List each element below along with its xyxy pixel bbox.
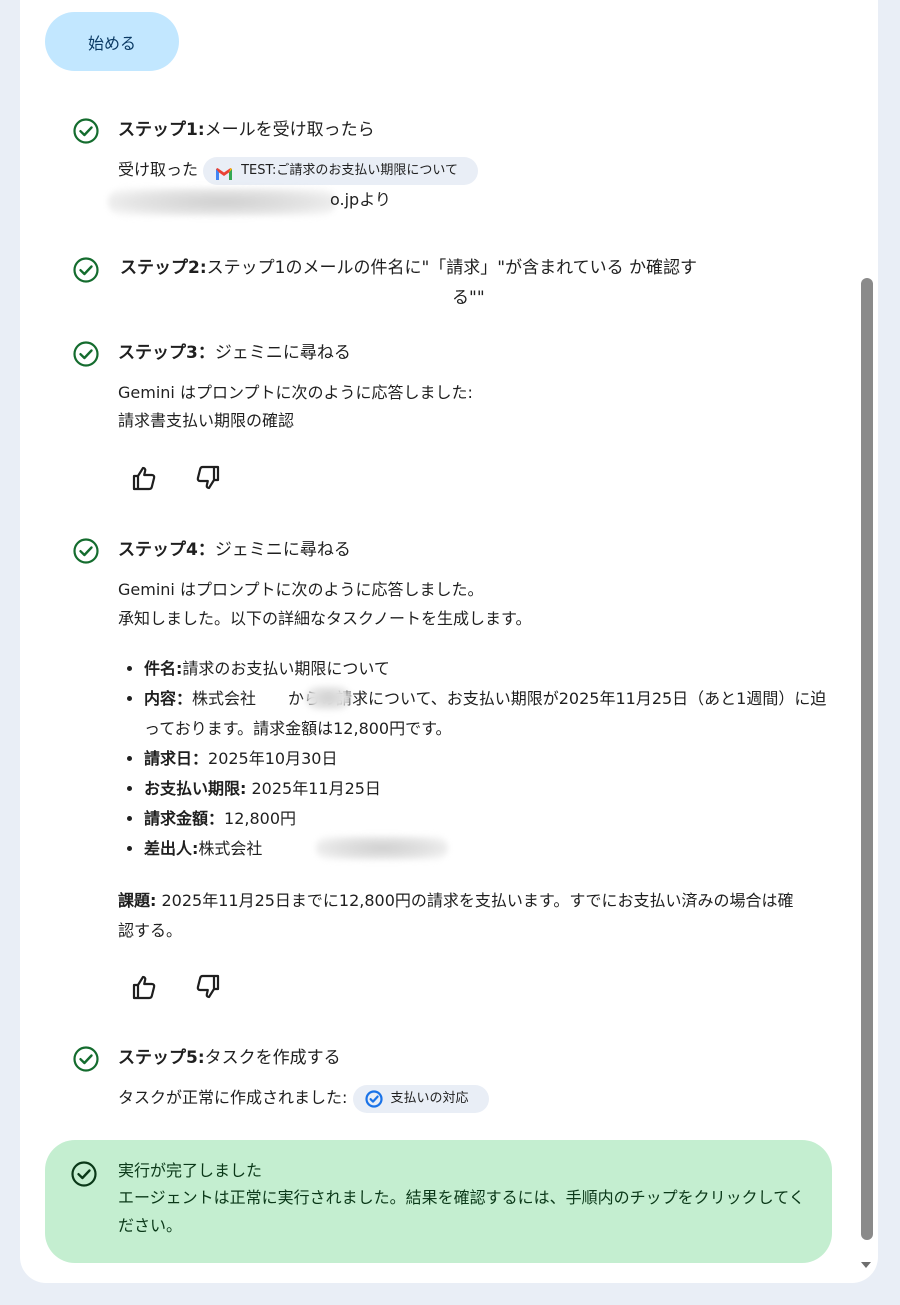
gemini-response-text: 承知しました。以下の詳細なタスクノートを生成します。 <box>118 609 532 628</box>
check-circle-icon <box>72 117 100 145</box>
step-1-label: ステップ1: <box>118 120 205 140</box>
note-value: 請求のお支払い期限について <box>182 659 390 678</box>
feedback-buttons <box>130 464 222 492</box>
step-1-description: メールを受け取ったら <box>204 120 375 140</box>
note-label: 内容： <box>144 689 193 708</box>
gemini-response-text: 請求書支払い期限の確認 <box>118 411 295 430</box>
redacted-company <box>316 836 448 860</box>
thumb-down-icon[interactable] <box>194 973 222 1001</box>
note-value: 株式会社 <box>198 839 263 858</box>
result-message: エージェントは正常に実行されました。結果を確認するには、手順内のチップをクリック… <box>118 1188 805 1235</box>
start-button[interactable]: 始める <box>45 12 179 71</box>
tasks-icon <box>364 1089 383 1108</box>
note-value: 株式会社 からの請求について、お支払い期限が2025年11月25日（あと1週間）… <box>144 689 827 738</box>
task-text: 2025年11月25日までに12,800円の請求を支払います。すでにお支払い済み… <box>118 891 794 940</box>
gemini-response-intro: Gemini はプロンプトに次のように応答しました: <box>118 383 473 402</box>
task-chip-label: 支払いの対応 <box>390 1091 469 1106</box>
check-circle-icon <box>70 1160 98 1188</box>
email-chip[interactable]: TEST:ご請求のお支払い期限について <box>203 156 479 185</box>
gmail-icon <box>215 164 233 180</box>
task-label: 課題: <box>118 891 157 910</box>
note-value: 2025年11月25日 <box>246 779 381 798</box>
note-label: 件名: <box>144 659 183 678</box>
step-4-title: ステップ4：ジェミニに尋ねる <box>118 535 351 560</box>
step-1-title: ステップ1:メールを受け取ったら <box>118 115 375 140</box>
list-item: 請求日：2025年10月30日 <box>144 744 834 774</box>
note-label: 請求金額： <box>144 809 225 828</box>
redacted-sender <box>108 188 336 216</box>
gemini-response-intro: Gemini はプロンプトに次のように応答しました。 <box>118 580 484 599</box>
list-item: 件名:請求のお支払い期限について <box>144 654 834 684</box>
step-2-description: ステップ1のメールの件名に"「請求」"が含まれている か確認す <box>206 258 697 278</box>
note-value: 12,800円 <box>224 809 297 828</box>
email-chip-label: TEST:ご請求のお支払い期限について <box>241 163 459 178</box>
feedback-buttons <box>130 973 222 1001</box>
step-5-body: タスクが正常に作成されました: 支払いの対応 <box>118 1084 489 1113</box>
check-circle-icon <box>72 537 100 565</box>
step-5-title: ステップ5:タスクを作成する <box>118 1043 341 1068</box>
task-created-text: タスクが正常に作成されました: <box>118 1088 348 1107</box>
thumb-up-icon[interactable] <box>130 973 158 1001</box>
step-2-title: ステップ2:ステップ1のメールの件名に"「請求」"が含まれている か確認す <box>120 253 697 278</box>
step-3-description: ジェミニに尋ねる <box>214 343 351 363</box>
step-4-label: ステップ4： <box>118 540 215 560</box>
note-label: 差出人: <box>144 839 199 858</box>
thumb-up-icon[interactable] <box>130 464 158 492</box>
thumb-down-icon[interactable] <box>194 464 222 492</box>
check-circle-icon <box>72 340 100 368</box>
step-5-description: タスクを作成する <box>204 1048 341 1068</box>
task-chip[interactable]: 支払いの対応 <box>352 1084 489 1113</box>
sender-domain: o.jpより <box>330 190 391 209</box>
note-value: 2025年10月30日 <box>208 749 338 768</box>
check-circle-icon <box>72 1045 100 1073</box>
list-item: 差出人:株式会社 <box>144 834 834 864</box>
list-item: 請求金額：12,800円 <box>144 804 834 834</box>
step-1-body: 受け取った TEST:ご請求のお支払い期限について <box>118 156 479 185</box>
run-complete-banner: 実行が完了しました エージェントは正常に実行されました。結果を確認するには、手順… <box>45 1140 832 1263</box>
task-note-list: 件名:請求のお支払い期限について 内容：株式会社 からの請求について、お支払い期… <box>118 654 834 864</box>
redacted-company <box>305 686 351 710</box>
step-2-description-cont: る"" <box>452 288 485 308</box>
scroll-down-arrow-icon[interactable] <box>861 1262 871 1268</box>
step-5-label: ステップ5: <box>118 1048 205 1068</box>
step-3-label: ステップ3： <box>118 343 215 363</box>
note-label: 請求日： <box>144 749 209 768</box>
list-item: お支払い期限: 2025年11月25日 <box>144 774 834 804</box>
check-circle-icon <box>72 256 100 284</box>
step-4-description: ジェミニに尋ねる <box>214 540 351 560</box>
step-3-title: ステップ3：ジェミニに尋ねる <box>118 338 351 363</box>
note-label: お支払い期限: <box>144 779 247 798</box>
received-text: 受け取った <box>118 160 199 179</box>
step-2-label: ステップ2: <box>120 258 207 278</box>
task-summary: 課題: 2025年11月25日までに12,800円の請求を支払います。すでにお支… <box>118 886 808 946</box>
list-item: 内容：株式会社 からの請求について、お支払い期限が2025年11月25日（あと1… <box>144 684 834 744</box>
scrollbar-thumb[interactable] <box>861 278 873 1240</box>
result-title: 実行が完了しました <box>118 1161 263 1180</box>
